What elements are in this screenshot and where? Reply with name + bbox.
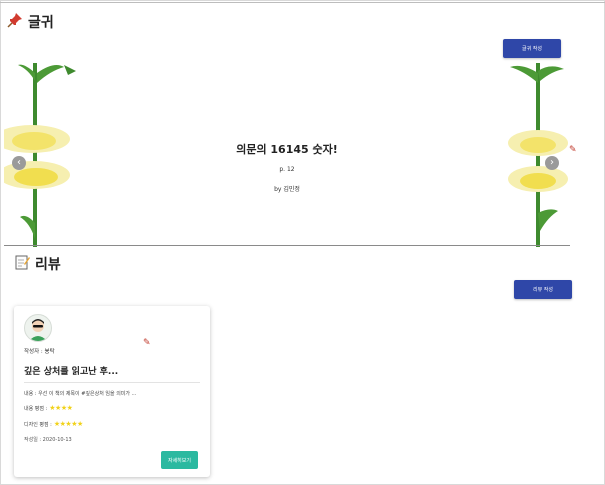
star-icon: ★★★★ [49, 404, 73, 412]
cursor-icon: ✎ [143, 338, 151, 348]
cursor-icon: ✎ [569, 145, 577, 155]
review-section-title: 리뷰 [14, 254, 61, 274]
write-review-button[interactable]: 리뷰 작성 [514, 280, 572, 299]
carousel-bottom-divider [4, 245, 570, 246]
slide-page: p. 12 [279, 166, 295, 173]
card-divider [24, 382, 200, 383]
memo-icon [14, 254, 30, 274]
review-card: 작성자 : 붕탁 깊은 상처를 읽고난 후... 내용 : 우선 이 책의 제목… [14, 306, 210, 477]
carousel-next-button[interactable]: › [545, 156, 559, 170]
review-section-label: 리뷰 [35, 257, 61, 273]
review-date: 작성일 : 2020-10-13 [24, 437, 72, 443]
design-rating-label: 디자인 평점 : [24, 421, 52, 428]
detail-button[interactable]: 자세히보기 [161, 451, 198, 469]
quote-section-title: 글귀 [7, 12, 54, 32]
review-writer: 작성자 : 붕탁 [24, 349, 55, 355]
review-content: 내용 : 우선 이 책의 제목이 #깊은상처 임을 의미가 ... [24, 391, 137, 397]
content-rating: 내용 평점 : ★★★★ [24, 404, 73, 412]
review-title: 깊은 상처를 읽고난 후... [24, 367, 119, 377]
star-icon: ★★★★★ [53, 420, 83, 428]
content-rating-label: 내용 평점 : [24, 405, 48, 412]
slide-author: by 김민정 [274, 186, 300, 193]
chevron-left-icon: ‹ [17, 157, 21, 168]
avatar-icon [24, 314, 52, 342]
pushpin-icon [7, 12, 23, 32]
chevron-right-icon: › [550, 157, 554, 168]
carousel-prev-button[interactable]: ‹ [12, 156, 26, 170]
slide-title: 의문의 16145 숫자! [236, 143, 338, 156]
quote-carousel: 의문의 16145 숫자! p. 12 by 김민정 ‹ › [4, 63, 570, 247]
design-rating: 디자인 평점 : ★★★★★ [24, 420, 83, 428]
top-divider [0, 2, 605, 3]
write-quote-button[interactable]: 글귀 작성 [503, 39, 561, 58]
quote-section-label: 글귀 [28, 15, 54, 31]
